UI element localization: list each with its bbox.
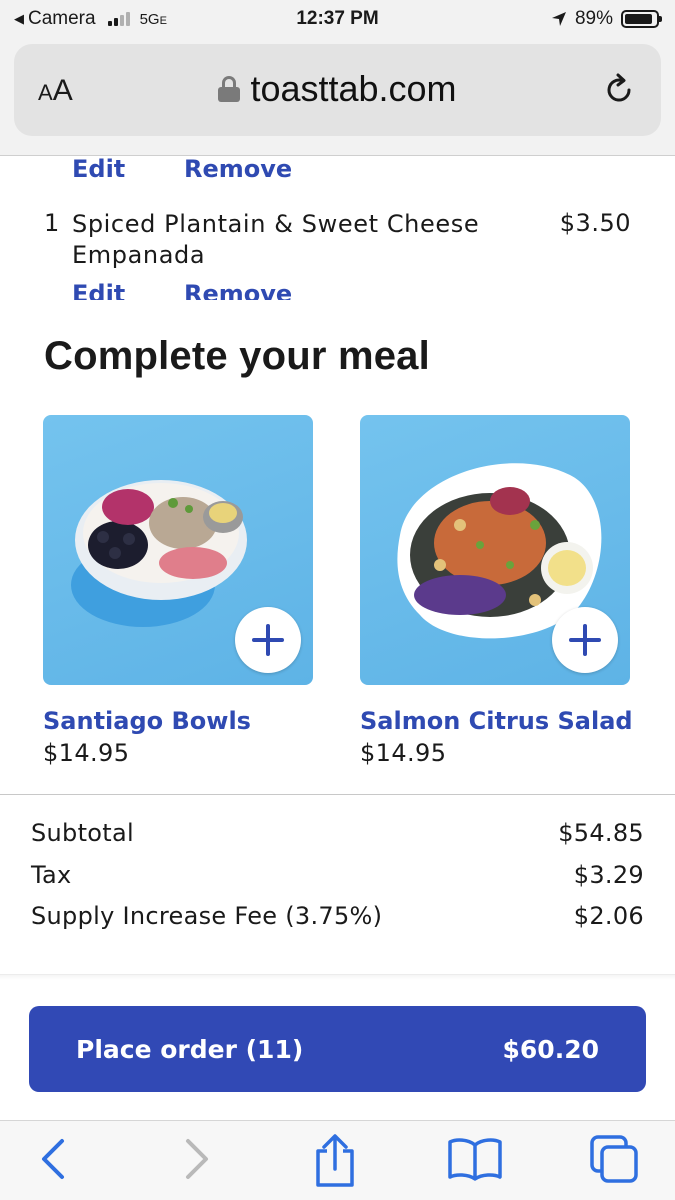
remove-link[interactable]: Remove — [184, 156, 292, 183]
cart-items-list: Edit Remove 1 Spiced Plantain & Sweet Ch… — [0, 156, 675, 300]
place-order-button[interactable]: Place order (11) $60.20 — [29, 1006, 646, 1092]
browser-toolbar — [0, 1120, 675, 1200]
item-name: Spiced Plantain & Sweet Cheese Empanada — [72, 210, 480, 269]
edit-link[interactable]: Edit — [72, 156, 184, 183]
product-image[interactable] — [360, 415, 630, 685]
fee-row: Supply Increase Fee (3.75%) $2.06 — [31, 902, 644, 930]
product-price: $14.95 — [360, 739, 447, 767]
back-icon[interactable] — [34, 1133, 74, 1185]
share-icon[interactable] — [310, 1133, 360, 1189]
tabs-icon[interactable] — [588, 1133, 642, 1189]
add-item-button[interactable] — [552, 607, 618, 673]
upsell-title: Complete your meal — [44, 334, 430, 378]
total-label: Tax — [31, 861, 72, 889]
total-value: $54.85 — [558, 819, 644, 847]
total-value: $2.06 — [573, 902, 644, 930]
remove-link[interactable]: Remove — [184, 280, 292, 300]
browser-top-bar: AA toasttab.com — [0, 38, 675, 156]
total-label: Subtotal — [31, 819, 134, 847]
lock-icon — [218, 76, 241, 102]
upsell-card-salmon-citrus-salad[interactable]: Salmon Citrus Salad $14.95 — [360, 415, 633, 767]
product-name[interactable]: Santiago Bowls — [43, 707, 313, 735]
item-actions: Edit Remove — [72, 156, 292, 183]
place-order-label: Place order (11) — [76, 1034, 304, 1064]
location-arrow-icon — [551, 12, 566, 26]
subtotal-row: Subtotal $54.85 — [31, 819, 644, 847]
battery-percent: 89% — [574, 8, 613, 29]
url-display[interactable]: toasttab.com — [14, 68, 661, 110]
status-right: 89% — [551, 8, 662, 30]
item-price: $3.50 — [559, 209, 631, 237]
total-value: $3.29 — [573, 861, 644, 889]
address-bar[interactable]: AA toasttab.com — [14, 44, 661, 136]
status-bar: ◀ Camera 5GE 12:37 PM 89% — [0, 0, 675, 38]
reload-icon[interactable] — [601, 72, 637, 108]
forward-icon[interactable] — [176, 1133, 216, 1185]
divider — [0, 974, 675, 980]
product-image[interactable] — [43, 415, 313, 685]
bookmarks-icon[interactable] — [446, 1133, 504, 1185]
order-totals: Subtotal $54.85 Tax $3.29 Supply Increas… — [0, 794, 675, 974]
upsell-card-santiago-bowls[interactable]: Santiago Bowls $14.95 — [43, 415, 313, 767]
tax-row: Tax $3.29 — [31, 861, 644, 889]
url-text: toasttab.com — [250, 68, 457, 109]
item-actions: Edit Remove — [72, 280, 292, 300]
battery-icon — [621, 10, 662, 28]
add-item-button[interactable] — [235, 607, 301, 673]
edit-link[interactable]: Edit — [72, 280, 184, 300]
product-name[interactable]: Salmon Citrus Salad — [360, 707, 633, 735]
item-quantity: 1 — [44, 209, 60, 237]
place-order-amount: $60.20 — [502, 1034, 599, 1064]
total-label: Supply Increase Fee (3.75%) — [31, 902, 383, 930]
product-price: $14.95 — [43, 739, 130, 767]
